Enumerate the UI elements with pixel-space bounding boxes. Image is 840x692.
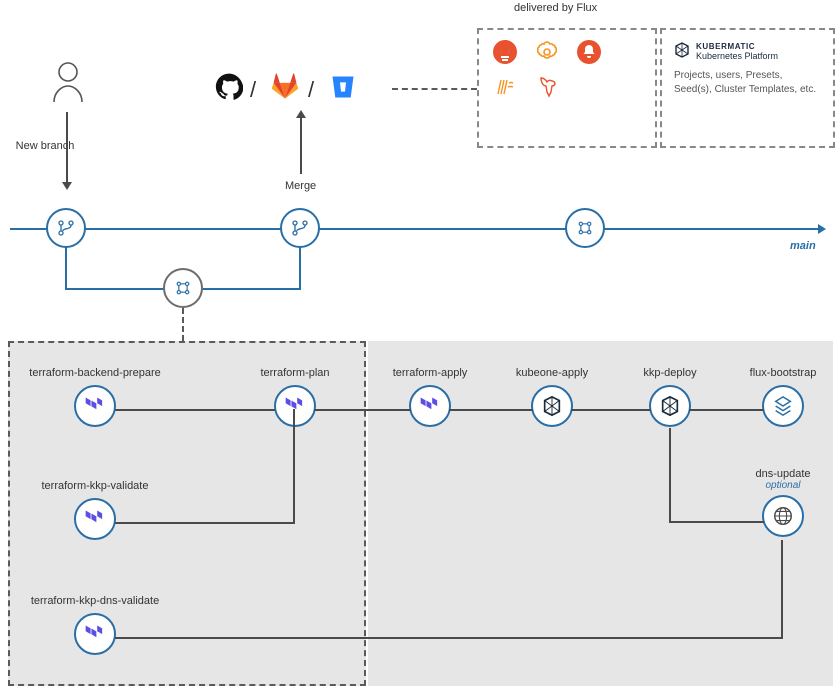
optional-label: optional (765, 480, 800, 491)
main-label: main (790, 240, 816, 252)
new-branch-arrow-head (62, 182, 72, 190)
new-branch-arrow-line (66, 112, 68, 182)
merge-arrow-head (296, 110, 306, 118)
kubermatic-icon (649, 385, 691, 427)
step-label: terraform-backend-prepare (29, 367, 160, 379)
kubermatic-title-bold: KUBERMATIC (696, 42, 778, 51)
branch-up (299, 246, 301, 290)
delivered-by-flux-label: delivered by Flux (514, 2, 597, 14)
merge-arrow-line (300, 118, 302, 174)
step-kubeone-apply: kubeone-apply (492, 367, 612, 427)
terraform-icon (409, 385, 451, 427)
connector-r3-h (115, 637, 783, 639)
connector-r2-a (115, 522, 295, 524)
connector-r2-up (293, 409, 295, 524)
step-label: kkp-deploy (643, 367, 696, 379)
loki-icon (493, 74, 517, 98)
connector-r1-c (449, 409, 533, 411)
connector-r1-b (314, 409, 411, 411)
prometheus-icon (493, 40, 517, 64)
step-label: terraform-kkp-validate (42, 480, 149, 492)
connector-kkp-dns-h (669, 521, 764, 523)
step-tf-plan: terraform-plan (235, 367, 355, 427)
slash-1: / (250, 77, 256, 103)
terraform-icon (74, 498, 116, 540)
main-branch-arrow (818, 224, 826, 234)
step-label: flux-bootstrap (750, 367, 817, 379)
globe-icon (762, 495, 804, 537)
main-branch-line (10, 228, 818, 230)
terraform-icon (74, 613, 116, 655)
step-flux-bootstrap: flux-bootstrap (723, 367, 840, 427)
alertmanager-icon (577, 40, 601, 64)
step-label: kubeone-apply (516, 367, 588, 379)
step-label: terraform-kkp-dns-validate (31, 595, 159, 607)
connector-r1-a (115, 409, 275, 411)
connector-kkp-dns-v (669, 428, 671, 523)
step-label: dns-update (755, 468, 810, 480)
merge-label: Merge (285, 180, 316, 192)
canary-icon (535, 74, 559, 98)
flux-icon (762, 385, 804, 427)
slash-2: / (308, 77, 314, 103)
connector-r1-e (689, 409, 764, 411)
kubermatic-title-light: Kubernetes Platform (696, 51, 778, 61)
vcs-to-flux-connector (392, 88, 477, 90)
terraform-icon (274, 385, 316, 427)
connector-r1-d (571, 409, 651, 411)
step-kkp-deploy: kkp-deploy (610, 367, 730, 427)
github-icon (214, 72, 244, 102)
branch-down (65, 246, 67, 290)
gitlab-icon (270, 72, 300, 102)
kubermatic-box: KUBERMATIC Kubernetes Platform Projects,… (660, 28, 835, 148)
step-tf-kkp-dns-validate: terraform-kkp-dns-validate (35, 595, 155, 655)
kubeone-icon (531, 385, 573, 427)
git-merge-node (280, 208, 320, 248)
kubermatic-body: Projects, users, Presets, Seed(s), Clust… (674, 69, 821, 97)
bitbucket-icon (328, 72, 358, 102)
step-tf-kkp-validate: terraform-kkp-validate (35, 480, 155, 540)
grafana-icon (535, 40, 559, 64)
git-pipeline-node-main (565, 208, 605, 248)
pipeline-trigger-node (163, 268, 203, 308)
pipeline-connector (182, 308, 184, 341)
flux-components-box (477, 28, 657, 148)
diagram-canvas: delivered by Flux (0, 0, 840, 692)
step-dns-update: dns-update optional (723, 468, 840, 537)
step-tf-backend-prepare: terraform-backend-prepare (35, 367, 155, 427)
step-label: terraform-apply (393, 367, 468, 379)
connector-r3-v (781, 540, 783, 639)
kubermatic-icon (674, 42, 690, 61)
git-branch-node-1 (46, 208, 86, 248)
step-label: terraform-plan (260, 367, 329, 379)
step-tf-apply: terraform-apply (370, 367, 490, 427)
terraform-icon (74, 385, 116, 427)
user-icon (50, 60, 86, 104)
